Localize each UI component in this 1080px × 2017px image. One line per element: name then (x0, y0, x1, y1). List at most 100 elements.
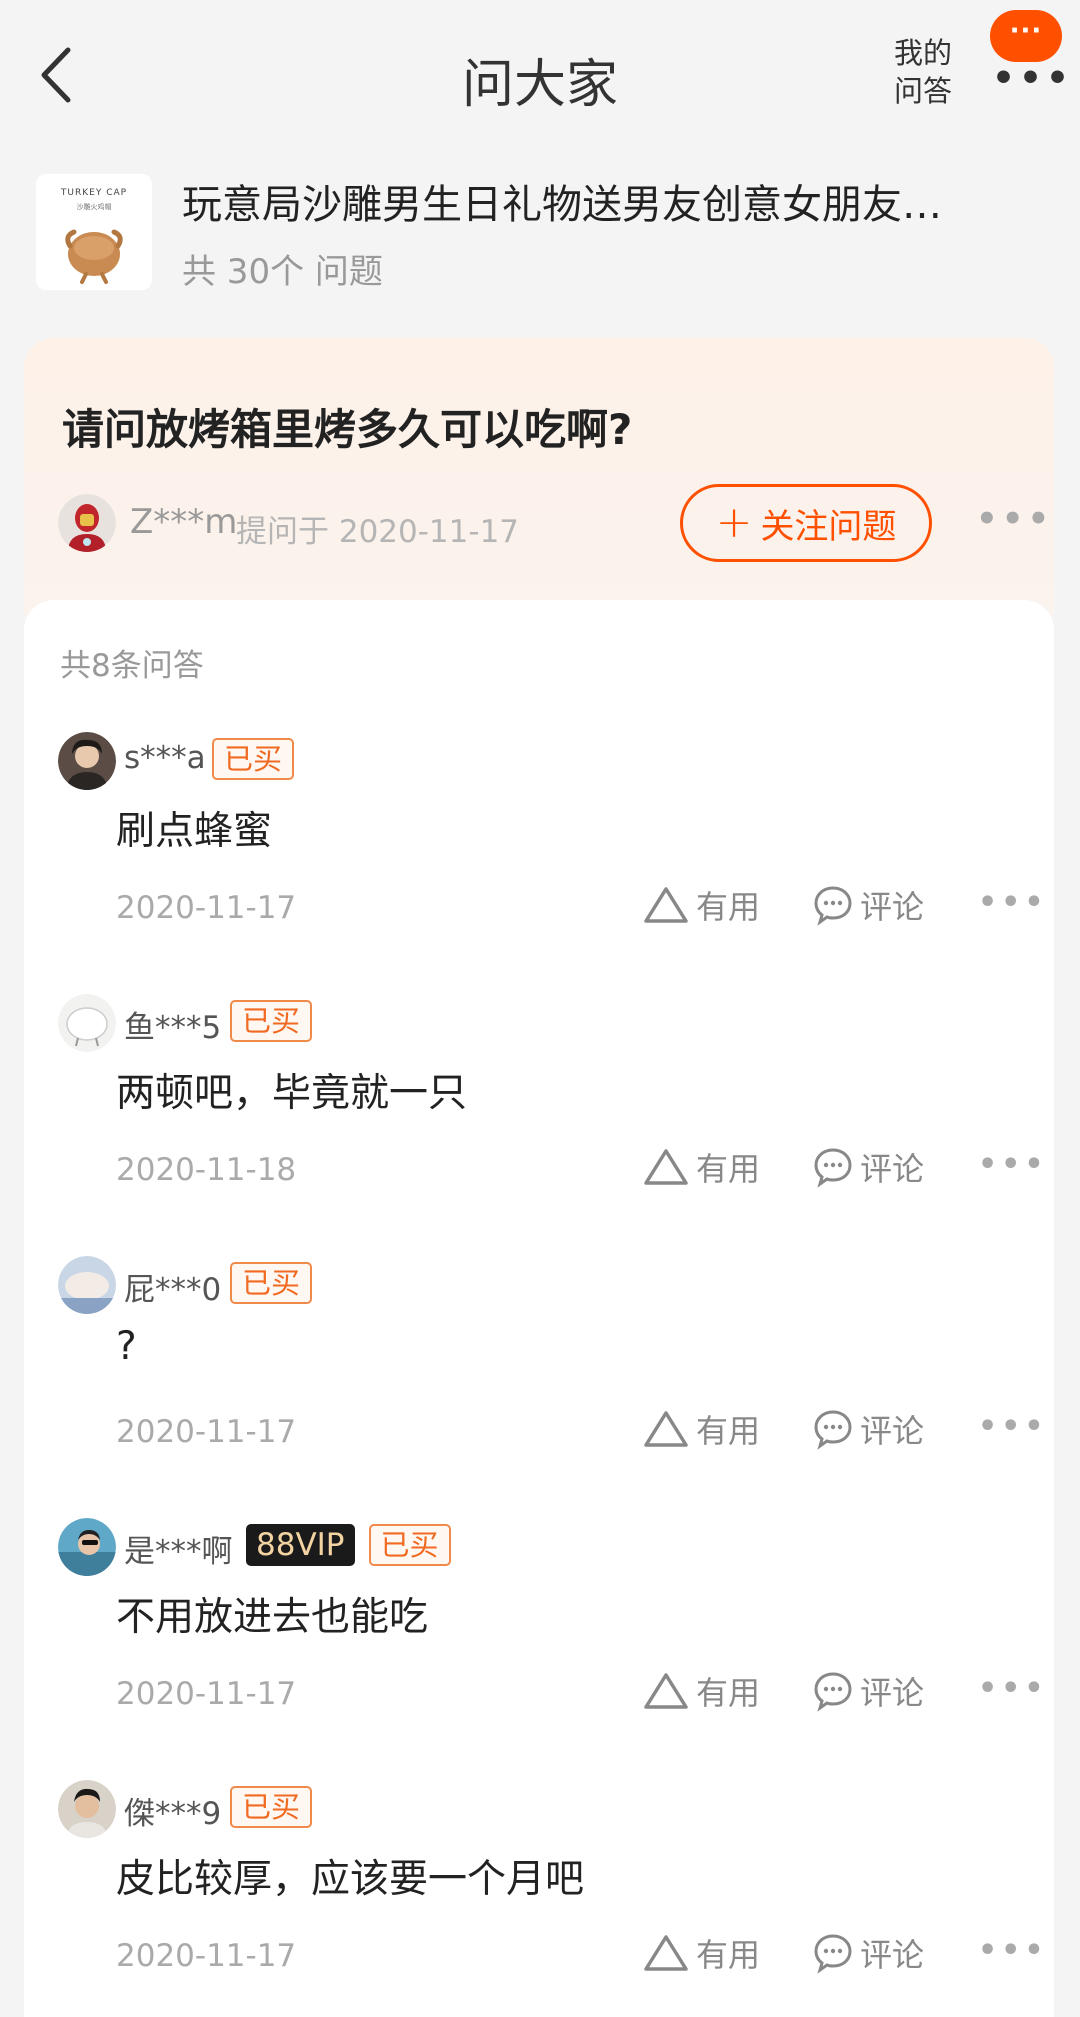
user-badges: 已买 (230, 1000, 313, 1042)
user-badges: 已买 (230, 1262, 313, 1304)
question-count: 共 30个 问题 (182, 252, 383, 292)
user-avatar[interactable] (58, 1780, 116, 1838)
comment-bubble-icon (814, 886, 852, 926)
comment-button[interactable]: 评论 (812, 1930, 924, 1976)
answer-item: 鱼***5 已买 两顿吧，毕竟就一只 2020-11-18 有用 评论 ••• (24, 994, 1054, 1256)
top-bar: 问大家 我的 问答 ··· ••• (0, 0, 1080, 150)
more-menu-button[interactable]: ··· ••• (988, 10, 1070, 97)
answer-more-icon[interactable]: ••• (978, 1936, 1048, 1966)
follow-question-button[interactable]: + 关注问题 (680, 484, 932, 562)
answer-date: 2020-11-17 (116, 1938, 297, 1974)
follow-label: 关注问题 (760, 506, 897, 547)
comment-label: 评论 (860, 1412, 925, 1450)
useful-button[interactable]: 有用 (642, 1144, 760, 1190)
question-card: 请问放烤箱里烤多久可以吃啊? Z***m 提问于 2020-11-17 + 关注… (24, 338, 1054, 638)
answer-item: s***a 已买 刷点蜂蜜 2020-11-17 有用 评论 ••• (24, 732, 1054, 994)
answers-panel: 共8条问答 s***a 已买 刷点蜂蜜 2020-11-17 有用 评论 ••• (24, 600, 1054, 2017)
useful-button[interactable]: 有用 (642, 1406, 760, 1452)
answer-item: 傑***9 已买 皮比较厚，应该要一个月吧 2020-11-17 有用 评论 •… (24, 1780, 1054, 2017)
answer-more-icon[interactable]: ••• (978, 1674, 1048, 1704)
answer-text: 刷点蜂蜜 (116, 809, 273, 854)
vip-badge: 88VIP (246, 1524, 355, 1566)
comment-button[interactable]: 评论 (812, 1144, 924, 1190)
user-name[interactable]: 屁***0 (124, 1264, 221, 1309)
user-photo-image (58, 994, 116, 1052)
comment-button[interactable]: 评论 (812, 1668, 924, 1714)
useful-label: 有用 (696, 1936, 761, 1974)
user-name[interactable]: 是***啊 (124, 1526, 233, 1571)
useful-button[interactable]: 有用 (642, 1930, 760, 1976)
user-badges: 已买 (212, 738, 295, 780)
triangle-icon (644, 1673, 688, 1709)
more-dots-icon: ••• (992, 58, 1074, 99)
user-avatar[interactable] (58, 1256, 116, 1314)
useful-label: 有用 (696, 1412, 761, 1450)
answer-more-icon[interactable]: ••• (978, 888, 1048, 918)
comment-bubble-icon (814, 1148, 852, 1188)
user-name[interactable]: 鱼***5 (124, 1002, 221, 1047)
triangle-icon (644, 1149, 688, 1185)
plus-icon: + (715, 497, 753, 548)
comment-label: 评论 (860, 1150, 925, 1188)
product-title[interactable]: 玩意局沙雕男生日礼物送男友创意女朋友… (182, 172, 1042, 230)
useful-label: 有用 (696, 1674, 761, 1712)
comment-label: 评论 (860, 1674, 925, 1712)
useful-label: 有用 (696, 888, 761, 926)
answer-text: 两顿吧，毕竟就一只 (116, 1071, 468, 1116)
user-avatar[interactable] (58, 1518, 116, 1576)
asker-avatar[interactable] (58, 494, 116, 552)
user-name[interactable]: 傑***9 (124, 1788, 221, 1833)
asked-at: 提问于 2020-11-17 (236, 514, 520, 550)
bought-badge: 已买 (368, 1524, 451, 1566)
useful-label: 有用 (696, 1150, 761, 1188)
useful-button[interactable]: 有用 (642, 882, 760, 928)
product-summary[interactable]: TURKEY CAP 沙雕火鸡帽 玩意局沙雕男生日礼物送男友创意女朋友… 共 3… (36, 172, 1046, 292)
answers-count: 共8条问答 (60, 648, 204, 684)
comment-button[interactable]: 评论 (812, 882, 924, 928)
user-photo-image (58, 1780, 116, 1838)
answer-text: 不用放进去也能吃 (116, 1595, 429, 1640)
turkey-hat-image (65, 229, 123, 284)
triangle-icon (644, 1411, 688, 1447)
user-photo-image (58, 732, 116, 790)
triangle-icon (644, 1935, 688, 1971)
user-name[interactable]: s***a (124, 740, 206, 776)
answer-item: 是***啊 88VIP 已买 不用放进去也能吃 2020-11-17 有用 评论… (24, 1518, 1054, 1780)
answer-text: 皮比较厚，应该要一个月吧 (116, 1857, 585, 1902)
bought-badge: 已买 (230, 1786, 313, 1828)
bought-badge: 已买 (230, 1000, 313, 1042)
my-qa-label-line2: 问答 (893, 74, 952, 108)
answer-date: 2020-11-17 (116, 890, 297, 926)
comment-label: 评论 (860, 1936, 925, 1974)
comment-button[interactable]: 评论 (812, 1406, 924, 1452)
answer-date: 2020-11-18 (116, 1152, 297, 1188)
useful-button[interactable]: 有用 (642, 1668, 760, 1714)
answer-date: 2020-11-17 (116, 1676, 297, 1712)
user-avatar[interactable] (58, 732, 116, 790)
answer-text: ? (116, 1324, 137, 1369)
asker-name[interactable]: Z***m (130, 502, 237, 542)
my-qa-label-line1: 我的 (893, 36, 952, 70)
answer-item: 屁***0 已买 ? 2020-11-17 有用 评论 ••• (24, 1256, 1054, 1518)
message-bubble-icon: ··· (990, 10, 1062, 62)
comment-bubble-icon (814, 1410, 852, 1450)
bought-badge: 已买 (212, 738, 295, 780)
question-text: 请问放烤箱里烤多久可以吃啊? (62, 405, 633, 454)
my-qa-link[interactable]: 我的 问答 (880, 34, 966, 110)
user-photo-image (58, 1256, 116, 1314)
user-badges: 已买 (230, 1786, 313, 1828)
answer-more-icon[interactable]: ••• (978, 1150, 1048, 1180)
answer-date: 2020-11-17 (116, 1414, 297, 1450)
user-photo-image (58, 1518, 116, 1576)
product-thumbnail[interactable]: TURKEY CAP 沙雕火鸡帽 (36, 174, 152, 290)
bought-badge: 已买 (230, 1262, 313, 1304)
comment-bubble-icon (814, 1672, 852, 1712)
ironman-avatar-image (58, 494, 116, 552)
comment-bubble-icon (814, 1934, 852, 1974)
answer-more-icon[interactable]: ••• (978, 1412, 1048, 1442)
triangle-icon (644, 887, 688, 923)
comment-label: 评论 (860, 888, 925, 926)
question-more-icon[interactable]: ••• (976, 502, 1053, 536)
user-badges: 88VIP 已买 (246, 1524, 451, 1566)
user-avatar[interactable] (58, 994, 116, 1052)
